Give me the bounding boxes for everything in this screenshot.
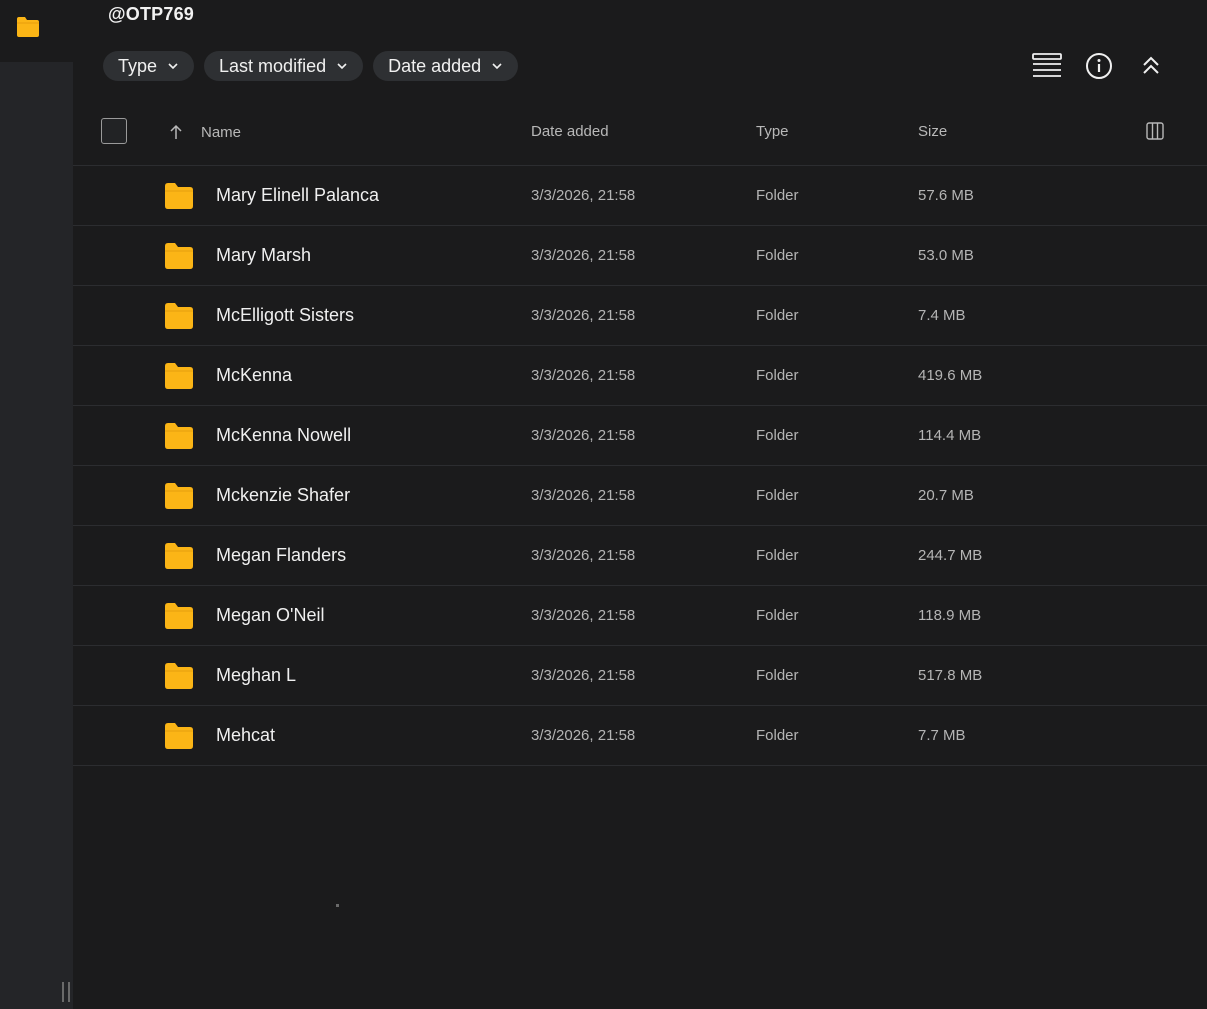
info-button[interactable] [1083,50,1115,82]
table-row[interactable]: Mckenzie Shafer 3/3/2026, 21:58 Folder 2… [73,466,1207,526]
row-date-added: 3/3/2026, 21:58 [531,487,636,504]
table-row[interactable]: Megan Flanders 3/3/2026, 21:58 Folder 24… [73,526,1207,586]
row-type: Folder [756,187,799,204]
column-header-size[interactable]: Size [918,123,947,140]
filter-date-added-chip[interactable]: Date added [373,51,519,81]
row-type: Folder [756,667,799,684]
folder-icon[interactable] [16,16,40,38]
row-size: 7.4 MB [918,307,966,324]
column-header-type[interactable]: Type [756,123,789,140]
row-name: Mckenzie Shafer [216,485,351,505]
row-date-added: 3/3/2026, 21:58 [531,247,636,264]
filter-last-modified-label: Last modified [219,55,327,76]
row-date-added: 3/3/2026, 21:58 [531,727,636,744]
row-size: 57.6 MB [918,187,974,204]
row-type: Folder [756,427,799,444]
main-panel: @OTP769 Type Last modified Date added Na… [73,0,1207,1009]
filter-type-chip[interactable]: Type [103,51,195,81]
table-row[interactable]: Meghan L 3/3/2026, 21:58 Folder 517.8 MB [73,646,1207,706]
row-name: Mary Elinell Palanca [216,185,380,205]
folder-icon [165,243,193,269]
column-header-name[interactable]: Name [201,124,241,141]
row-name: Megan O'Neil [216,605,325,625]
row-date-added: 3/3/2026, 21:58 [531,307,636,324]
row-type: Folder [756,367,799,384]
row-size: 7.7 MB [918,727,966,744]
row-name: McKenna [216,365,293,385]
table-header: Name Date added Type Size [73,106,1207,166]
folder-icon [165,183,193,209]
row-name: McElligott Sisters [216,305,355,325]
filter-bar: Type Last modified Date added [103,51,519,81]
resize-handle[interactable] [62,982,70,1002]
table-row[interactable]: Megan O'Neil 3/3/2026, 21:58 Folder 118.… [73,586,1207,646]
folder-icon [165,363,193,389]
folder-icon [165,663,193,689]
collapse-up-button[interactable] [1135,50,1167,82]
row-date-added: 3/3/2026, 21:58 [531,187,636,204]
select-all-checkbox[interactable] [101,118,127,144]
table-row[interactable]: Mehcat 3/3/2026, 21:58 Folder 7.7 MB [73,706,1207,766]
page-title: @OTP769 [108,4,194,24]
chevron-down-icon [337,63,347,70]
row-name: Mary Marsh [216,245,312,265]
row-size: 517.8 MB [918,667,983,684]
file-list: Mary Elinell Palanca 3/3/2026, 21:58 Fol… [73,166,1207,766]
row-type: Folder [756,547,799,564]
info-icon [1086,53,1112,79]
row-name: Meghan L [216,665,297,685]
row-date-added: 3/3/2026, 21:58 [531,607,636,624]
row-date-added: 3/3/2026, 21:58 [531,427,636,444]
row-type: Folder [756,307,799,324]
folder-icon [165,483,193,509]
filter-date-added-label: Date added [388,55,482,76]
toolbar [1031,50,1167,82]
columns-icon[interactable] [1146,122,1164,140]
folder-icon [165,303,193,329]
row-type: Folder [756,727,799,744]
row-size: 114.4 MB [918,427,982,444]
filter-type-label: Type [118,55,158,76]
row-date-added: 3/3/2026, 21:58 [531,367,636,384]
row-size: 419.6 MB [918,367,983,384]
left-rail [0,0,73,1009]
row-size: 20.7 MB [918,487,974,504]
file-browser-app: @OTP769 Type Last modified Date added Na… [0,0,1207,1009]
sort-ascending-icon[interactable] [169,124,183,140]
table-row[interactable]: McKenna 3/3/2026, 21:58 Folder 419.6 MB [73,346,1207,406]
chevron-down-icon [492,63,502,70]
chevron-down-icon [168,63,178,70]
row-date-added: 3/3/2026, 21:58 [531,667,636,684]
folder-icon [165,723,193,749]
folder-icon [165,603,193,629]
row-type: Folder [756,487,799,504]
collapse-up-icon [1143,56,1159,74]
column-header-date-added[interactable]: Date added [531,123,609,140]
row-type: Folder [756,247,799,264]
row-date-added: 3/3/2026, 21:58 [531,547,636,564]
list-view-button[interactable] [1031,50,1063,82]
row-size: 244.7 MB [918,547,983,564]
folder-icon [165,423,193,449]
table-row[interactable]: McElligott Sisters 3/3/2026, 21:58 Folde… [73,286,1207,346]
row-name: Megan Flanders [216,545,347,565]
table-row[interactable]: Mary Elinell Palanca 3/3/2026, 21:58 Fol… [73,166,1207,226]
filter-last-modified-chip[interactable]: Last modified [204,51,364,81]
row-size: 53.0 MB [918,247,974,264]
row-type: Folder [756,607,799,624]
row-name: McKenna Nowell [216,425,352,445]
row-size: 118.9 MB [918,607,982,624]
row-name: Mehcat [216,725,276,745]
decorative-dot [336,904,339,907]
list-view-icon [1032,53,1062,77]
table-row[interactable]: Mary Marsh 3/3/2026, 21:58 Folder 53.0 M… [73,226,1207,286]
folder-icon [165,543,193,569]
table-row[interactable]: McKenna Nowell 3/3/2026, 21:58 Folder 11… [73,406,1207,466]
